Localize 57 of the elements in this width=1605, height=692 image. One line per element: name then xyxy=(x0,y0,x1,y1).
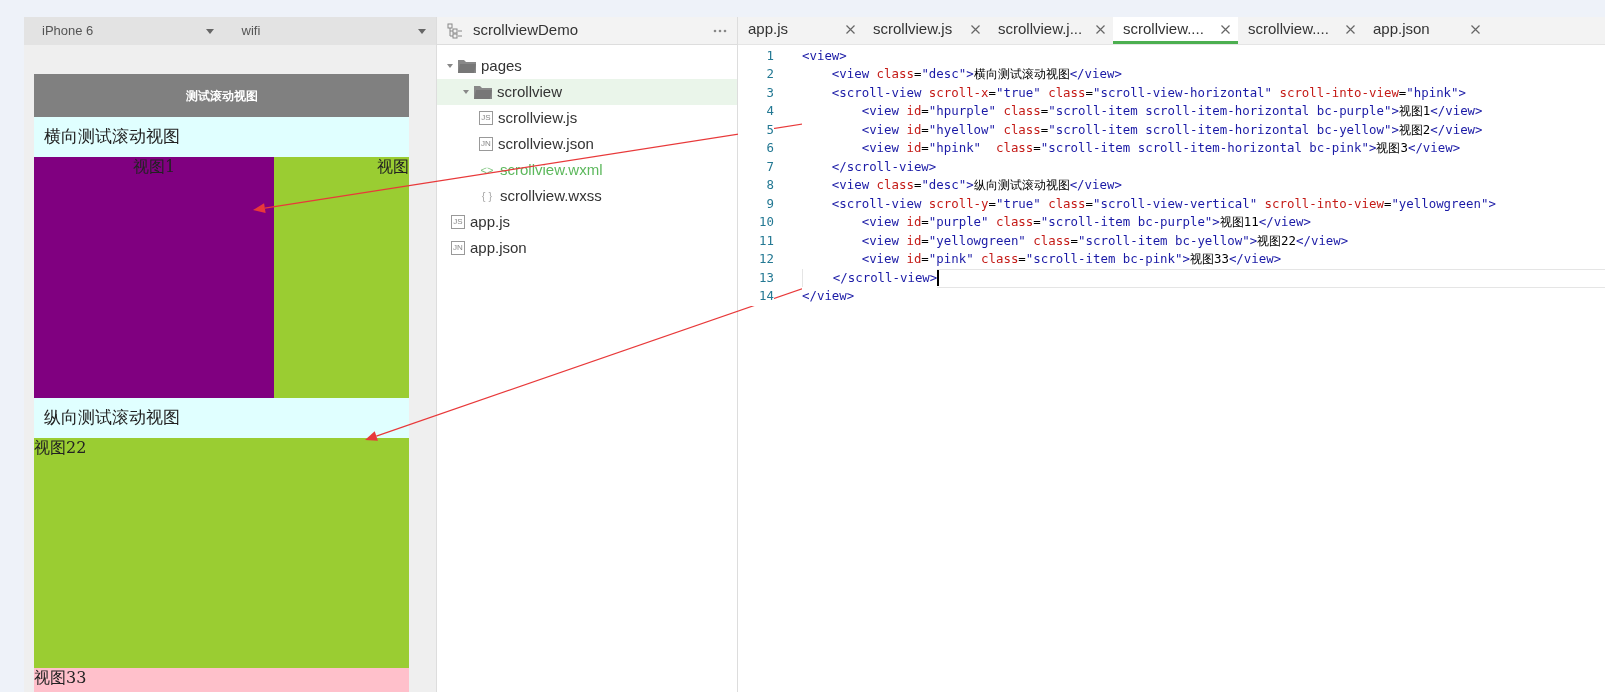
navigation-bar-title: 测试滚动视图 xyxy=(34,74,409,117)
close-icon xyxy=(1221,24,1230,34)
file-type-icon: JN xyxy=(479,137,493,151)
code-line: <view> xyxy=(802,47,1605,66)
close-icon xyxy=(1346,24,1355,34)
scroll-item: 视图1 xyxy=(34,157,274,398)
editor-tab[interactable]: scrollview.... xyxy=(1238,17,1363,44)
tree-view-icon xyxy=(447,22,463,39)
file-tree-item[interactable]: JS scrollview.js xyxy=(437,105,737,131)
close-icon xyxy=(1471,24,1480,34)
folder-icon xyxy=(458,59,476,73)
scroll-item: 视图 xyxy=(274,157,409,398)
code-line: <view class="desc">纵向测试滚动视图</view> xyxy=(802,176,1605,195)
file-type-icon: JS xyxy=(451,215,465,229)
folder-icon xyxy=(474,85,492,99)
file-type-icon: JS xyxy=(479,111,493,125)
file-type-icon: <> xyxy=(479,163,495,177)
close-icon xyxy=(846,24,855,34)
code-line: </scroll-view> xyxy=(802,269,1605,288)
device-dropdown[interactable]: iPhone 6 xyxy=(24,17,224,45)
scroll-item: 视图22 xyxy=(34,438,409,668)
code-line: <view id="pink" class="scroll-item bc-pink">视图33</view> xyxy=(802,250,1605,269)
file-tree-item[interactable]: JN scrollview.json xyxy=(437,131,737,157)
code-line: <view id="yellowgreen" class="scroll-item bc-yellow">视图22</view> xyxy=(802,232,1605,251)
code-line: <view class="desc">横向测试滚动视图</view> xyxy=(802,65,1605,84)
editor-tab[interactable]: scrollview.... xyxy=(1113,17,1238,44)
file-tree-item[interactable]: scrollview xyxy=(437,79,737,105)
file-tree-item[interactable]: JS app.js xyxy=(437,209,737,235)
description-text: 横向测试滚动视图 xyxy=(34,117,409,157)
expanded-caret-icon xyxy=(463,89,469,95)
code-line: <view id="hpurple" class="scroll-item scroll-item-horizontal bc-purple">视图1</view> xyxy=(802,102,1605,121)
network-dropdown[interactable]: wifi xyxy=(223,17,436,45)
code-line: <view id="hpink" class="scroll-item scroll-item-horizontal bc-pink">视图3</view> xyxy=(802,139,1605,158)
file-tree-item[interactable]: JN app.json xyxy=(437,235,737,261)
code-line: <scroll-view scroll-x="true" class="scroll-view-horizontal" scroll-into-view="hpink"> xyxy=(802,84,1605,103)
file-type-icon: { } xyxy=(479,189,495,203)
editor-tab[interactable]: app.json xyxy=(1363,17,1488,44)
caret-icon xyxy=(205,28,214,34)
description-text: 纵向测试滚动视图 xyxy=(34,398,409,438)
code-line: <scroll-view scroll-y="true" class="scroll-view-vertical" scroll-into-view="yellowgreen"> xyxy=(802,195,1605,214)
expanded-caret-icon xyxy=(447,63,453,69)
more-button[interactable] xyxy=(713,28,727,33)
code-line: </view> xyxy=(802,287,1605,306)
scroll-item: 视图33 xyxy=(34,668,409,692)
caret-icon xyxy=(418,28,426,34)
editor-tab[interactable]: scrollview.js xyxy=(863,17,988,44)
more-icon xyxy=(713,28,727,33)
editor-tab[interactable]: app.js xyxy=(738,17,863,44)
text-cursor xyxy=(937,270,940,287)
project-title: scrollviewDemo xyxy=(473,20,580,41)
close-icon xyxy=(1096,24,1105,34)
file-tree-item[interactable]: { } scrollview.wxss xyxy=(437,183,737,209)
file-tree-item[interactable]: pages xyxy=(437,53,737,79)
code-line: <view id="hyellow" class="scroll-item scroll-item-horizontal bc-yellow">视图2</view> xyxy=(802,121,1605,140)
editor-tab[interactable]: scrollview.j... xyxy=(988,17,1113,44)
close-icon xyxy=(971,24,980,34)
file-type-icon: JN xyxy=(451,241,465,255)
